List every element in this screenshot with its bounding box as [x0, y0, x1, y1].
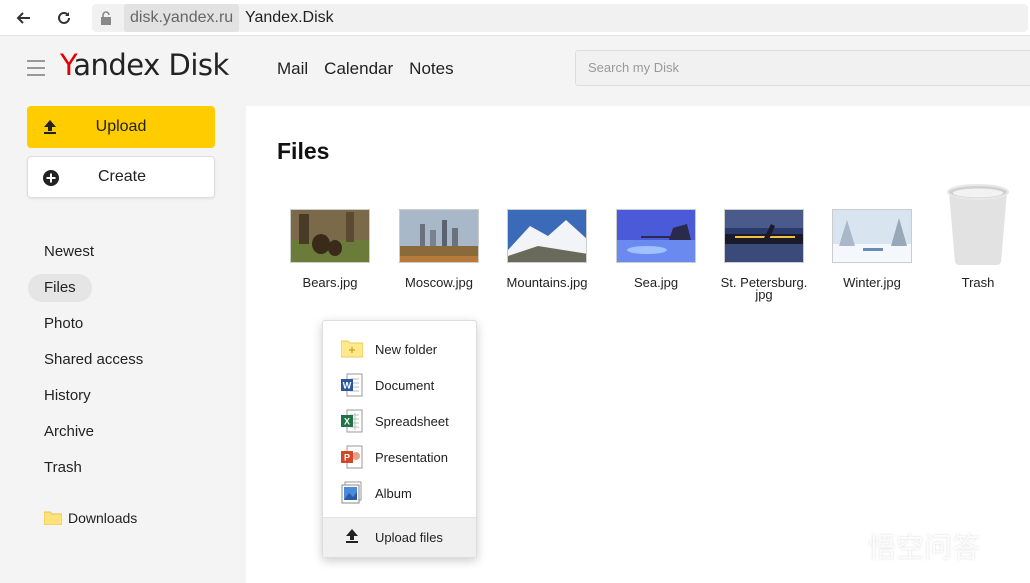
sidebar-item-archive[interactable]: Archive	[28, 418, 110, 446]
folder-icon	[44, 511, 62, 525]
file-item-winter[interactable]: Winter.jpg	[820, 209, 924, 289]
lock-icon	[101, 11, 111, 25]
upload-button[interactable]: Upload	[27, 106, 215, 148]
file-item-sea[interactable]: Sea.jpg	[604, 209, 708, 289]
sidebar-item-photo[interactable]: Photo	[28, 310, 99, 338]
browser-toolbar: disk.yandex.ru Yandex.Disk	[0, 0, 1030, 36]
menu-item-album[interactable]: Album	[323, 475, 476, 511]
sidebar-item-newest[interactable]: Newest	[28, 238, 110, 266]
menu-item-upload-files[interactable]: Upload files	[323, 517, 476, 557]
tab-title: Yandex.Disk	[245, 9, 334, 26]
page-title: Files	[277, 138, 330, 164]
sidebar-item-downloads[interactable]: Downloads	[44, 510, 137, 526]
winter-thumbnail	[832, 209, 912, 263]
menu-item-spreadsheet[interactable]: X Spreadsheet	[323, 403, 476, 439]
moscow-thumbnail	[399, 209, 479, 263]
svg-text:W: W	[343, 381, 352, 391]
chat-bubbles-icon	[820, 534, 863, 558]
menu-item-document[interactable]: W Document	[323, 367, 476, 403]
menu-item-presentation[interactable]: P Presentation	[323, 439, 476, 475]
bears-thumbnail	[290, 209, 370, 263]
back-button[interactable]	[12, 6, 36, 30]
sidebar-item-trash[interactable]: Trash	[28, 454, 98, 482]
st-petersburg-thumbnail	[724, 209, 804, 263]
file-item-bears[interactable]: Bears.jpg	[278, 209, 382, 289]
menu-item-new-folder[interactable]: New folder	[323, 331, 476, 367]
album-icon	[341, 481, 362, 504]
new-folder-icon	[341, 340, 363, 358]
sidebar-item-files[interactable]: Files	[28, 274, 92, 302]
file-item-st-petersburg[interactable]: St. Petersburg. jpg	[712, 209, 816, 301]
url-domain: disk.yandex.ru	[124, 4, 240, 32]
file-item-moscow[interactable]: Moscow.jpg	[387, 209, 491, 289]
search-input[interactable]: Search my Disk	[575, 50, 1030, 86]
word-document-icon: W	[341, 373, 363, 397]
nav-notes[interactable]: Notes	[409, 59, 453, 79]
yandex-disk-logo[interactable]: Yandex Disk	[60, 48, 229, 82]
file-item-mountains[interactable]: Mountains.jpg	[495, 209, 599, 289]
top-navigation: Mail Calendar Notes	[277, 59, 454, 79]
sidebar-item-history[interactable]: History	[28, 382, 107, 410]
nav-mail[interactable]: Mail	[277, 59, 308, 79]
nav-calendar[interactable]: Calendar	[324, 59, 393, 79]
back-arrow-icon	[16, 12, 30, 24]
sidebar-item-shared-access[interactable]: Shared access	[28, 346, 159, 374]
trash-item[interactable]: Trash	[946, 184, 1010, 289]
create-button[interactable]: Create	[27, 156, 215, 198]
address-bar[interactable]: disk.yandex.ru Yandex.Disk	[92, 4, 1028, 32]
upload-icon	[346, 529, 358, 543]
trash-bin-icon	[947, 184, 1009, 265]
reload-icon	[58, 11, 70, 24]
create-menu: New folder W Document X Spreadsheet P Pr…	[322, 320, 477, 558]
sidebar-nav: Newest Files Photo Shared access History…	[28, 238, 159, 490]
powerpoint-presentation-icon: P	[341, 445, 363, 469]
svg-text:X: X	[344, 417, 350, 427]
svg-text:P: P	[344, 453, 350, 463]
excel-spreadsheet-icon: X	[341, 409, 363, 433]
menu-icon[interactable]	[27, 60, 45, 76]
sea-thumbnail	[616, 209, 696, 263]
mountains-thumbnail	[507, 209, 587, 263]
reload-button[interactable]	[52, 6, 76, 30]
wukong-watermark: 悟空问答	[820, 526, 980, 566]
